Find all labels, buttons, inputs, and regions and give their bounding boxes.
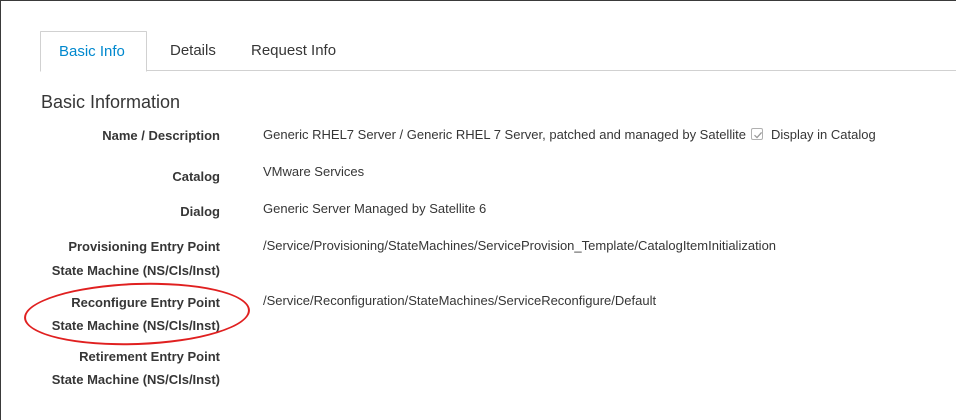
name-description-label: Name / Description: [102, 128, 220, 143]
name-description-text: Generic RHEL7 Server / Generic RHEL 7 Se…: [263, 127, 746, 142]
retirement-label-line1: Retirement Entry Point: [79, 349, 220, 364]
reconfigure-label-line1: Reconfigure Entry Point: [71, 295, 220, 310]
display-in-catalog-checkbox[interactable]: [750, 128, 763, 140]
catalog-label: Catalog: [172, 169, 220, 184]
checkmark-icon: [753, 131, 763, 139]
display-in-catalog-label: Display in Catalog: [770, 127, 876, 142]
tab-bar: Basic Info Details Request Info: [40, 31, 956, 72]
provisioning-label-line1: Provisioning Entry Point: [68, 239, 220, 254]
retirement-label-line2: State Machine (NS/Cls/Inst): [51, 372, 220, 387]
dialog-label: Dialog: [180, 204, 220, 219]
dialog-value: Generic Server Managed by Satellite 6: [263, 201, 487, 216]
tab-request-info[interactable]: Request Info: [251, 31, 336, 72]
catalog-item-panel: Basic Info Details Request Info Basic In…: [0, 0, 956, 420]
provisioning-label-line2: State Machine (NS/Cls/Inst): [51, 263, 220, 278]
highlight-annotation: [22, 279, 252, 349]
section-title: Basic Information: [41, 92, 181, 112]
reconfigure-value: /Service/Reconfiguration/StateMachines/S…: [263, 293, 657, 308]
catalog-value: VMware Services: [263, 164, 365, 179]
reconfigure-label-line2: State Machine (NS/Cls/Inst): [51, 318, 220, 333]
tab-details[interactable]: Details: [170, 31, 216, 72]
provisioning-value: /Service/Provisioning/StateMachines/Serv…: [263, 238, 777, 253]
name-description-value: Generic RHEL7 Server / Generic RHEL 7 Se…: [263, 124, 876, 146]
tab-basic-info[interactable]: Basic Info: [40, 31, 147, 72]
